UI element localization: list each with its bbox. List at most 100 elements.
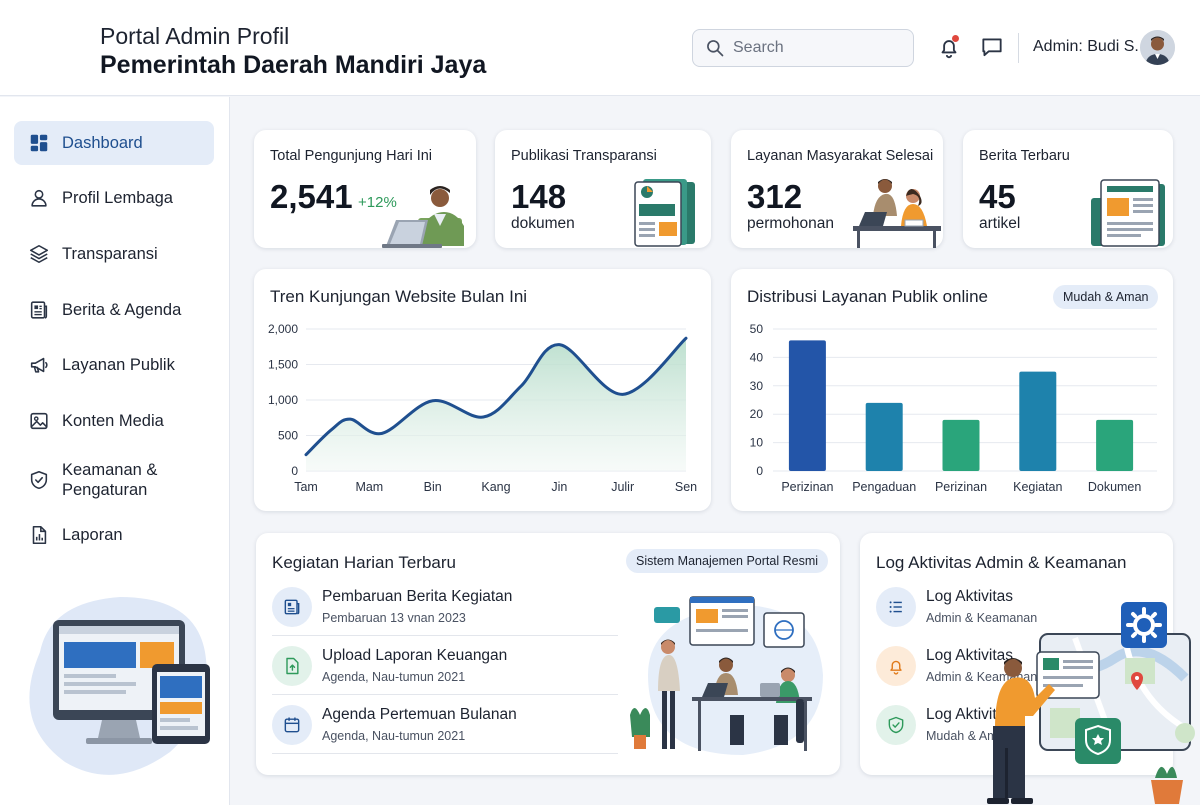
top-header: Portal Admin Profil Pemerintah Daerah Ma… bbox=[0, 0, 1200, 96]
divider bbox=[272, 635, 618, 636]
x-tick-label: Bin bbox=[424, 480, 442, 494]
y-tick-label: 40 bbox=[750, 350, 764, 364]
service-illustration bbox=[853, 179, 941, 248]
upload-icon-wrap bbox=[272, 646, 312, 686]
activity-title: Pembaruan Berita Kegiatan bbox=[322, 588, 513, 605]
stat-unit: artikel bbox=[979, 215, 1021, 232]
user-icon bbox=[31, 189, 47, 207]
stat-title: Layanan Masyarakat Selesai bbox=[747, 148, 934, 164]
calendar-icon-wrap bbox=[272, 705, 312, 745]
activity-title: Agenda Pertemuan Bulanan bbox=[322, 706, 517, 723]
stat-card-visitors[interactable]: Total Pengunjung Hari Ini 2,541 +12% bbox=[254, 130, 476, 248]
portal-subtitle: Portal Admin Profil bbox=[100, 23, 290, 49]
activity-title: Upload Laporan Keuangan bbox=[322, 647, 508, 664]
activities-title: Kegiatan Harian Terbaru bbox=[272, 553, 456, 572]
x-tick-label: Perizinan bbox=[935, 480, 987, 494]
image-icon bbox=[30, 412, 48, 430]
newspaper-icon bbox=[30, 301, 48, 319]
sidebar-item-label: Keamanan & Pengaturan bbox=[62, 460, 157, 500]
admin-name[interactable]: Admin: Budi S. bbox=[1033, 38, 1139, 56]
y-tick-label: 2,000 bbox=[268, 322, 298, 336]
distribution-chart: 0 10 20 30 40 50 Perizinan Pengaduan Perizinan Ke… bbox=[750, 322, 1157, 494]
bar bbox=[1096, 419, 1134, 471]
stat-value: 148 bbox=[511, 178, 567, 215]
bar bbox=[1019, 371, 1057, 471]
bar bbox=[865, 402, 903, 471]
x-tick-label: Pengaduan bbox=[852, 480, 916, 494]
status-badge: Sistem Manajemen Portal Resmi bbox=[626, 549, 829, 573]
y-tick-label: 10 bbox=[750, 436, 764, 450]
distribution-panel: Distribusi Layanan Publik online Mudah &… bbox=[731, 269, 1173, 511]
divider bbox=[272, 753, 618, 754]
list-icon bbox=[889, 601, 902, 613]
stat-card-publications[interactable]: Publikasi Transparansi 148 dokumen bbox=[495, 130, 711, 248]
sidebar: Dashboard Profil Lembaga Transparansi Be… bbox=[0, 97, 230, 805]
y-tick-label: 0 bbox=[756, 464, 763, 478]
sidebar-item-konten-media[interactable]: Konten Media bbox=[14, 399, 214, 443]
header-divider bbox=[1018, 33, 1019, 63]
stat-card-news[interactable]: Berita Terbaru 45 artikel bbox=[963, 130, 1173, 248]
chat-icon[interactable] bbox=[979, 34, 1005, 60]
newspaper-illustration bbox=[1091, 179, 1165, 247]
devices-illustration bbox=[29, 597, 210, 775]
activity-subtitle: Pembaruan 13 vnan 2023 bbox=[322, 611, 466, 625]
activity-subtitle: Agenda, Nau-tumun 2021 bbox=[322, 670, 466, 684]
x-tick-label: Sen bbox=[675, 480, 697, 494]
sidebar-item-label: Konten Media bbox=[62, 412, 164, 430]
sidebar-item-keamanan-pengaturan[interactable]: Keamanan & Pengaturan bbox=[14, 455, 214, 505]
y-tick-label: 50 bbox=[750, 322, 764, 336]
report-icon bbox=[32, 525, 47, 545]
activity-subtitle: Agenda, Nau-tumun 2021 bbox=[322, 729, 466, 743]
notification-dot bbox=[952, 35, 959, 42]
sidebar-item-laporan[interactable]: Laporan bbox=[14, 513, 214, 557]
search-input[interactable] bbox=[733, 39, 903, 57]
y-tick-label: 0 bbox=[291, 464, 298, 478]
shield-check-icon-wrap bbox=[876, 705, 916, 745]
stat-value: 2,541 bbox=[270, 178, 353, 215]
stat-value: 312 bbox=[747, 178, 803, 215]
upload-icon bbox=[286, 657, 299, 675]
y-tick-label: 1,500 bbox=[268, 358, 298, 372]
megaphone-icon bbox=[30, 357, 48, 373]
sidebar-item-transparansi[interactable]: Transparansi bbox=[14, 232, 214, 276]
layers-icon bbox=[29, 244, 49, 264]
divider bbox=[272, 694, 618, 695]
x-tick-label: Tam bbox=[294, 480, 318, 494]
shield-check-icon bbox=[888, 716, 904, 734]
security-map-illustration bbox=[987, 602, 1195, 804]
log-title: Log Aktivitas Admin & Keamanan bbox=[876, 553, 1127, 572]
y-tick-label: 20 bbox=[750, 407, 764, 421]
x-tick-label: Mam bbox=[355, 480, 383, 494]
sidebar-item-dashboard[interactable]: Dashboard bbox=[14, 121, 214, 165]
y-tick-label: 1,000 bbox=[268, 393, 298, 407]
y-tick-label: 500 bbox=[278, 429, 298, 443]
sidebar-item-layanan-publik[interactable]: Layanan Publik bbox=[14, 343, 214, 387]
sidebar-item-profil-lembaga[interactable]: Profil Lembaga bbox=[14, 176, 214, 220]
team-meeting-illustration bbox=[630, 596, 823, 755]
stat-title: Berita Terbaru bbox=[979, 148, 1070, 164]
search-box[interactable] bbox=[692, 29, 914, 67]
bell-icon-wrap bbox=[876, 646, 916, 686]
search-icon bbox=[707, 40, 724, 57]
stat-title: Total Pengunjung Hari Ini bbox=[270, 148, 433, 164]
calendar-icon bbox=[284, 717, 300, 733]
avatar[interactable] bbox=[1140, 30, 1175, 65]
sidebar-item-label-line: Keamanan & bbox=[62, 461, 158, 479]
x-tick-label: Dokumen bbox=[1088, 480, 1142, 494]
sidebar-item-label: Dashboard bbox=[62, 134, 143, 152]
dashboard-icon bbox=[30, 134, 48, 152]
stat-title: Publikasi Transparansi bbox=[511, 148, 657, 164]
activities-panel: Kegiatan Harian Terbaru Sistem Manajemen… bbox=[256, 533, 840, 775]
stat-unit: dokumen bbox=[511, 215, 575, 232]
bar bbox=[942, 419, 980, 471]
trend-area bbox=[306, 338, 686, 471]
sidebar-item-berita-agenda[interactable]: Berita & Agenda bbox=[14, 288, 214, 332]
brand: Portal Admin Profil Pemerintah Daerah Ma… bbox=[100, 22, 486, 80]
x-tick-label: Kang bbox=[481, 480, 510, 494]
stat-value: 45 bbox=[979, 178, 1016, 215]
y-tick-label: 30 bbox=[750, 379, 764, 393]
worker-illustration bbox=[382, 186, 464, 248]
sidebar-item-label: Berita & Agenda bbox=[62, 301, 182, 319]
newspaper-icon bbox=[284, 599, 300, 615]
stat-card-services[interactable]: Layanan Masyarakat Selesai 312 permohona… bbox=[731, 130, 943, 248]
